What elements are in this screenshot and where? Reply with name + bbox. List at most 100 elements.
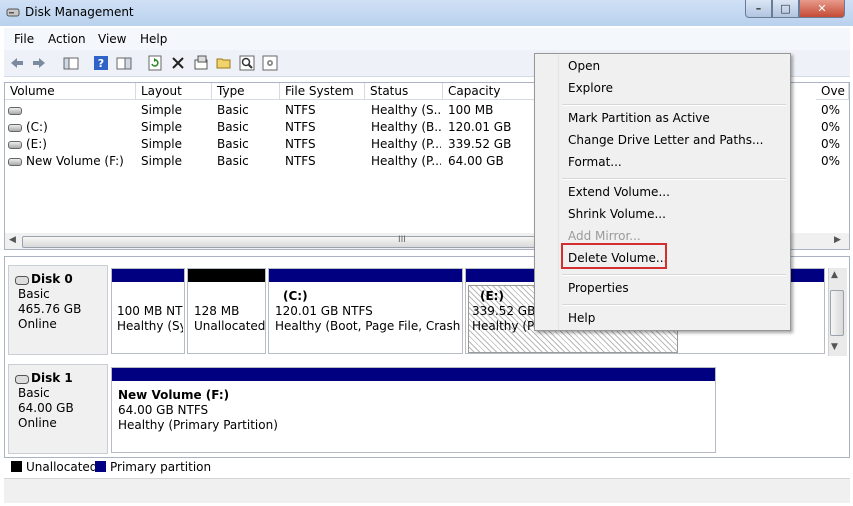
- unallocated-bar: [188, 269, 265, 282]
- partition-c[interactable]: (C:) 120.01 GB NTFS Healthy (Boot, Page …: [268, 268, 463, 354]
- scroll-right-arrow-icon[interactable]: ▶: [834, 235, 841, 245]
- cell-type: Basic: [217, 137, 249, 151]
- disk-icon: [15, 373, 29, 387]
- cell-overhead: 0%: [821, 154, 841, 168]
- delete-icon[interactable]: [170, 55, 186, 71]
- cell-status: Healthy (B...: [371, 120, 441, 134]
- forward-arrow-icon[interactable]: [31, 55, 47, 71]
- partition-status: Unallocated: [194, 319, 266, 333]
- open-folder-icon[interactable]: [216, 55, 232, 71]
- maximize-button[interactable]: □: [772, 0, 799, 18]
- menu-help[interactable]: Help: [140, 32, 167, 46]
- column-header-type[interactable]: Type: [212, 83, 280, 100]
- partition-f[interactable]: New Volume (F:) 64.00 GB NTFS Healthy (P…: [111, 367, 716, 453]
- menu-item-explore[interactable]: Explore: [568, 81, 613, 95]
- scroll-down-arrow-icon[interactable]: ▼: [831, 342, 838, 352]
- disk-name: Disk 0: [31, 272, 73, 286]
- disk-state: Online: [18, 317, 57, 331]
- table-row[interactable]: (C:): [8, 119, 133, 135]
- column-header-layout[interactable]: Layout: [136, 83, 212, 100]
- context-menu-gutter: [558, 55, 559, 329]
- volume-icon: [8, 106, 22, 115]
- column-header-file-system[interactable]: File System: [280, 83, 365, 100]
- column-header-status[interactable]: Status: [365, 83, 443, 100]
- table-row[interactable]: New Volume (F:): [8, 153, 133, 169]
- cell-capacity: 64.00 GB: [448, 154, 504, 168]
- cell-type: Basic: [217, 103, 249, 117]
- back-arrow-icon[interactable]: [9, 55, 25, 71]
- cell-overhead: 0%: [821, 137, 841, 151]
- list-scroll-thumb[interactable]: [22, 236, 544, 248]
- scroll-left-arrow-icon[interactable]: ◀: [9, 235, 16, 245]
- action-pane-icon[interactable]: [116, 55, 132, 71]
- disk-0-label[interactable]: Disk 0 Basic 465.76 GB Online: [8, 265, 108, 355]
- menu-separator: [562, 104, 786, 106]
- menu-view[interactable]: View: [98, 32, 126, 46]
- partition-size: 120.01 GB NTFS: [275, 304, 373, 318]
- column-header-volume[interactable]: Volume: [5, 83, 136, 100]
- disk-size: 465.76 GB: [18, 302, 82, 316]
- partition-unallocated[interactable]: 128 MB Unallocated: [187, 268, 266, 354]
- minimize-button[interactable]: –: [745, 0, 772, 18]
- unallocated-swatch: [11, 461, 22, 472]
- column-header-overhead[interactable]: Ove: [816, 83, 849, 100]
- help-icon[interactable]: ?: [93, 55, 109, 71]
- console-tree-icon[interactable]: [63, 55, 79, 71]
- cell-file-system: NTFS: [285, 154, 316, 168]
- primary-partition-bar: [269, 269, 462, 282]
- partition-status: Healthy (Boot, Page File, Crash Du: [275, 319, 461, 333]
- menu-item-shrink-volume[interactable]: Shrink Volume...: [568, 207, 666, 221]
- primary-swatch: [95, 461, 106, 472]
- cell-layout: Simple: [141, 137, 182, 151]
- cell-layout: Simple: [141, 154, 182, 168]
- close-button[interactable]: ✕: [799, 0, 845, 18]
- volume-icon: [8, 140, 22, 149]
- menu-action[interactable]: Action: [48, 32, 86, 46]
- partition-system-reserved[interactable]: 100 MB NTFS Healthy (System: [111, 268, 185, 354]
- disk-icon: [15, 274, 29, 288]
- primary-partition-bar: [112, 269, 184, 282]
- properties-icon[interactable]: [193, 55, 209, 71]
- partition-size: 100 MB NTFS: [117, 304, 183, 318]
- cell-type: Basic: [217, 120, 249, 134]
- menu-bar: [4, 28, 850, 50]
- menu-item-properties[interactable]: Properties: [568, 281, 629, 295]
- legend-primary: Primary partition: [95, 460, 211, 474]
- disk-management-icon: [6, 5, 20, 19]
- table-row[interactable]: [8, 102, 133, 118]
- search-icon[interactable]: [239, 55, 255, 71]
- cell-layout: Simple: [141, 103, 182, 117]
- graph-scroll-thumb[interactable]: [830, 290, 844, 336]
- volume-icon: [8, 123, 22, 132]
- disk-1-label[interactable]: Disk 1 Basic 64.00 GB Online: [8, 364, 108, 454]
- menu-item-change-drive-letter[interactable]: Change Drive Letter and Paths...: [568, 133, 763, 147]
- menu-item-extend-volume[interactable]: Extend Volume...: [568, 185, 670, 199]
- menu-file[interactable]: File: [14, 32, 34, 46]
- cell-file-system: NTFS: [285, 120, 316, 134]
- refresh-icon[interactable]: [147, 55, 163, 71]
- scroll-up-arrow-icon[interactable]: ▲: [831, 270, 838, 280]
- cell-status: Healthy (P...: [371, 154, 441, 168]
- disk-state: Online: [18, 416, 57, 430]
- menu-item-open[interactable]: Open: [568, 59, 600, 73]
- column-header-capacity[interactable]: Capacity: [443, 83, 535, 100]
- cell-file-system: NTFS: [285, 137, 316, 151]
- partition-name: (C:): [283, 289, 308, 303]
- menu-item-help[interactable]: Help: [568, 311, 595, 325]
- menu-item-add-mirror: Add Mirror...: [568, 229, 641, 243]
- svg-text:?: ?: [98, 57, 104, 70]
- cell-type: Basic: [217, 154, 249, 168]
- settings-icon[interactable]: [262, 55, 278, 71]
- cell-layout: Simple: [141, 120, 182, 134]
- cell-status: Healthy (S...: [371, 103, 441, 117]
- menu-item-format[interactable]: Format...: [568, 155, 622, 169]
- partition-name: (E:): [480, 289, 504, 303]
- partition-status: Healthy (Primary Partition): [472, 319, 536, 333]
- volume-icon: [8, 157, 22, 166]
- cell-overhead: 0%: [821, 120, 841, 134]
- menu-separator: [562, 304, 786, 306]
- legend: Unallocated Primary partition: [4, 458, 850, 474]
- table-row[interactable]: (E:): [8, 136, 133, 152]
- menu-item-mark-active[interactable]: Mark Partition as Active: [568, 111, 710, 125]
- menu-separator: [562, 178, 786, 180]
